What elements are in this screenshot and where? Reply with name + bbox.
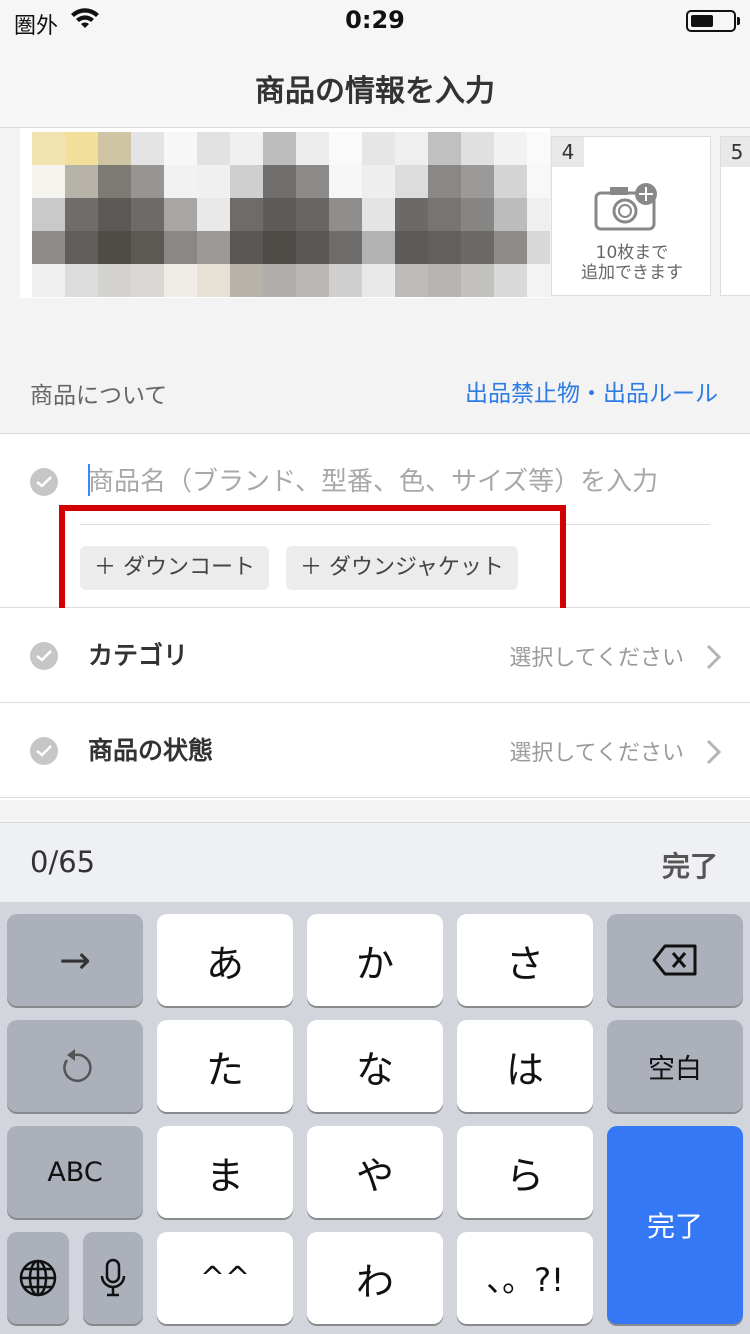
key-sa[interactable]: さ <box>457 914 593 1006</box>
keyboard-accessory-bar: 0/65 完了 <box>0 822 750 902</box>
key-ra[interactable]: ら <box>457 1126 593 1218</box>
chevron-right-icon <box>706 739 722 765</box>
punctuation-key[interactable]: 、。?! <box>457 1232 593 1324</box>
globe-key[interactable] <box>7 1232 69 1324</box>
pixelated-photo <box>32 132 550 297</box>
emoticon-key[interactable]: ^^ <box>157 1232 293 1324</box>
slot-number: 4 <box>552 137 584 167</box>
check-icon <box>30 642 58 670</box>
key-ka[interactable]: か <box>307 914 443 1006</box>
next-candidate-key[interactable]: → <box>7 914 143 1006</box>
slot-number: 5 <box>721 137 750 167</box>
check-icon <box>30 737 58 765</box>
keyboard-done-key[interactable]: 完了 <box>607 1126 743 1324</box>
key-ta[interactable]: た <box>157 1020 293 1112</box>
add-photo-hint: 10枚まで 追加できます <box>552 243 712 283</box>
page-title: 商品の情報を入力 <box>255 74 495 109</box>
microphone-icon <box>100 1258 126 1297</box>
key-ma[interactable]: ま <box>157 1126 293 1218</box>
photo-strip[interactable]: 4 10枚まで 追加できます 5 <box>0 128 750 338</box>
category-row[interactable]: カテゴリ 選択してください <box>0 608 750 703</box>
key-a[interactable]: あ <box>157 914 293 1006</box>
battery-icon <box>686 10 740 32</box>
chevron-right-icon <box>706 644 722 670</box>
undo-key[interactable] <box>7 1020 143 1112</box>
condition-row[interactable]: 商品の状態 選択してください <box>0 703 750 798</box>
status-bar: 圏外 0:29 <box>0 0 750 42</box>
key-ya[interactable]: や <box>307 1126 443 1218</box>
backspace-icon <box>652 944 697 976</box>
globe-icon <box>19 1259 57 1297</box>
japanese-keyboard: → あ か さ た な は 空白 ABC ま や ら 完了 ^^ わ 、。?! <box>0 902 750 1334</box>
product-photo[interactable] <box>20 128 550 298</box>
key-wa[interactable]: わ <box>307 1232 443 1324</box>
condition-label: 商品の状態 <box>88 736 214 765</box>
key-na[interactable]: な <box>307 1020 443 1112</box>
category-label: カテゴリ <box>88 641 189 670</box>
delete-key[interactable] <box>607 914 743 1006</box>
key-ha[interactable]: は <box>457 1020 593 1112</box>
prohibited-items-link[interactable]: 出品禁止物・出品ルール <box>465 374 718 408</box>
condition-value: 選択してください <box>509 741 684 766</box>
add-photo-hint-line1: 10枚まで <box>595 243 669 263</box>
undo-icon <box>63 1049 92 1082</box>
add-photo-slot[interactable]: 4 10枚まで 追加できます <box>551 136 711 296</box>
category-value: 選択してください <box>509 646 684 671</box>
clock: 0:29 <box>345 6 405 34</box>
item-name-input[interactable] <box>88 462 718 502</box>
microphone-key[interactable] <box>83 1232 143 1324</box>
nav-bar: 商品の情報を入力 <box>0 42 750 128</box>
camera-add-icon <box>594 183 657 231</box>
character-counter: 0/65 <box>30 845 96 879</box>
done-button[interactable]: 完了 <box>662 845 718 885</box>
check-icon <box>30 468 58 496</box>
add-photo-hint-line2: 追加できます <box>581 263 683 283</box>
text-caret <box>88 464 90 496</box>
item-form: ＋ ダウンコート ＋ ダウンジャケット カテゴリ 選択してください 商品の状態 … <box>0 434 750 800</box>
section-header: 商品について 出品禁止物・出品ルール <box>0 338 750 434</box>
section-title: 商品について <box>30 383 168 409</box>
item-name-row: ＋ ダウンコート ＋ ダウンジャケット <box>0 434 750 629</box>
abc-key[interactable]: ABC <box>7 1126 143 1218</box>
photo-slot-5[interactable]: 5 <box>720 136 750 296</box>
space-key[interactable]: 空白 <box>607 1020 743 1112</box>
